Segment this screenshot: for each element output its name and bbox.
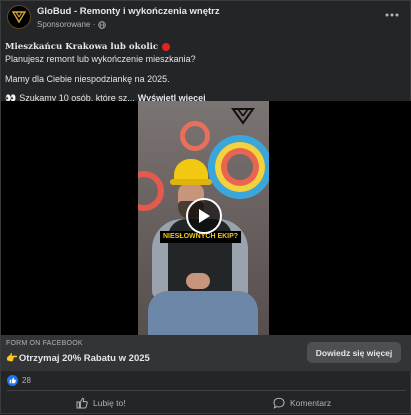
like-reaction-icon bbox=[7, 375, 18, 386]
sponsored-post-card: GloBud - Remonty i wykończenia wnętrz Sp… bbox=[0, 0, 411, 414]
video-media[interactable]: NIESŁOWNYCH EKIP? bbox=[1, 101, 411, 335]
post-text-line-1-text: Mieszkańcu Krakowa lub okolic bbox=[5, 42, 159, 52]
page-name-link[interactable]: GloBud - Remonty i wykończenia wnętrz bbox=[37, 6, 220, 17]
like-button[interactable]: Lubię to! bbox=[76, 393, 126, 413]
post-text-line-2: Planujesz remont lub wykończenie mieszka… bbox=[5, 54, 196, 64]
comment-icon bbox=[273, 397, 285, 409]
comment-label: Komentarz bbox=[290, 398, 332, 408]
page-avatar[interactable] bbox=[7, 5, 31, 29]
person-hands bbox=[186, 273, 210, 289]
post-text-line-3: Mamy dla Ciebie niespodziankę na 2025. bbox=[5, 74, 170, 84]
form-headline: 👉 Otrzymaj 20% Rabatu w 2025 bbox=[6, 353, 150, 364]
form-source-label: FORM ON FACEBOOK bbox=[6, 340, 83, 347]
globe-icon bbox=[98, 20, 107, 29]
globud-video-logo-icon bbox=[231, 108, 255, 125]
lead-form-bar[interactable]: FORM ON FACEBOOK 👉 Otrzymaj 20% Rabatu w… bbox=[1, 335, 411, 371]
post-text-line-1: Mieszkańcu Krakowa lub okolic bbox=[5, 41, 405, 53]
hard-hat-brim bbox=[170, 179, 212, 185]
rainbow-decor-large bbox=[208, 135, 269, 199]
red-circle-icon bbox=[162, 43, 171, 51]
comment-button[interactable]: Komentarz bbox=[273, 393, 331, 413]
thumbs-up-icon bbox=[76, 397, 88, 409]
reactions-summary[interactable]: 28 bbox=[7, 375, 31, 386]
sponsored-text: Sponsorowane · bbox=[37, 20, 96, 29]
more-horizontal-icon bbox=[385, 13, 399, 17]
post-text: Mieszkańcu Krakowa lub okolic Planujesz … bbox=[5, 41, 405, 104]
form-headline-text: Otrzymaj 20% Rabatu w 2025 bbox=[18, 353, 150, 364]
video-player[interactable]: NIESŁOWNYCH EKIP? bbox=[138, 101, 269, 335]
person-jeans bbox=[148, 291, 258, 335]
actions-divider bbox=[7, 390, 406, 391]
play-icon bbox=[199, 209, 210, 223]
more-options-button[interactable] bbox=[384, 9, 400, 19]
sponsored-label: Sponsorowane · bbox=[37, 20, 107, 29]
thumbs-up-mini-icon bbox=[9, 377, 16, 384]
play-button[interactable] bbox=[186, 198, 222, 234]
learn-more-button[interactable]: Dowiedz się więcej bbox=[307, 342, 401, 363]
globud-logo-icon bbox=[11, 11, 27, 24]
post-actions: Lubię to! Komentarz bbox=[1, 393, 411, 415]
pointing-hand-emoji-icon: 👉 bbox=[6, 353, 18, 364]
post-header: GloBud - Remonty i wykończenia wnętrz Sp… bbox=[1, 1, 411, 39]
reactions-count: 28 bbox=[22, 376, 31, 385]
rainbow-decor bbox=[180, 121, 210, 151]
like-label: Lubię to! bbox=[93, 398, 126, 408]
